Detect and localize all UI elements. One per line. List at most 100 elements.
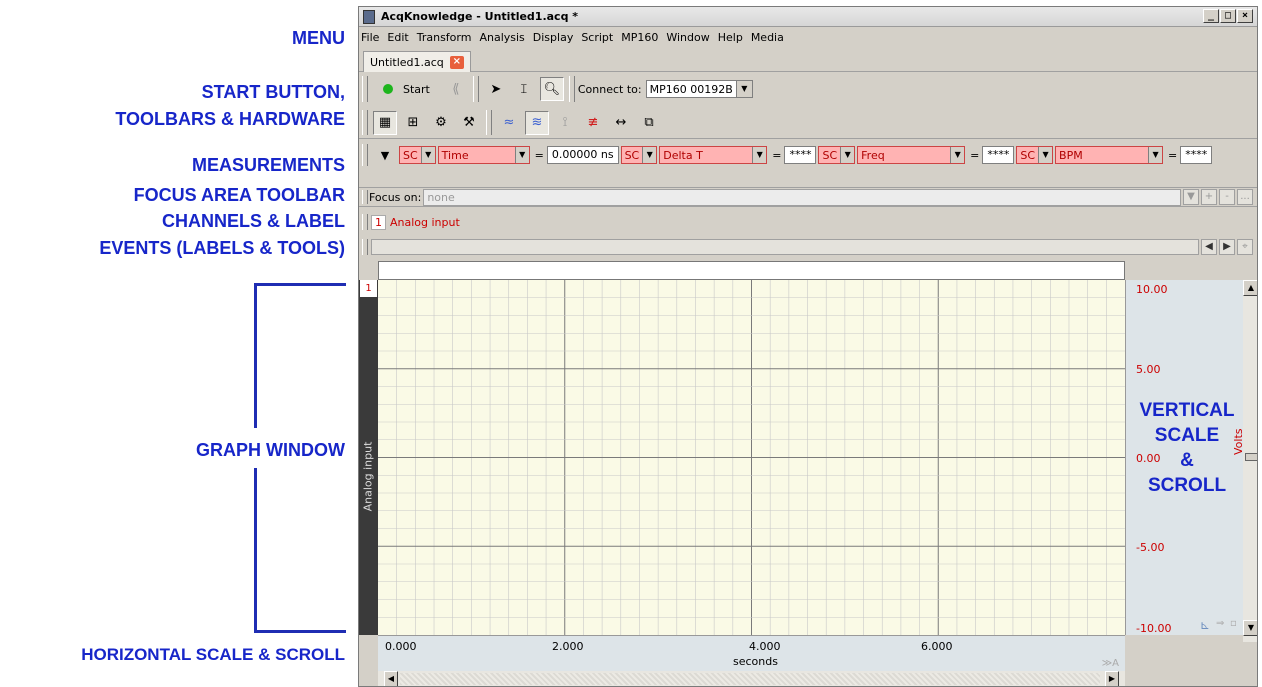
document-tab-label: Untitled1.acq bbox=[370, 55, 444, 69]
events-bar: ◀ ▶ ⌖ bbox=[359, 237, 1257, 257]
measurement-2-type[interactable]: Delta T ▼ bbox=[659, 146, 768, 164]
previous-event-icon[interactable]: ◀ bbox=[1201, 239, 1217, 255]
next-event-icon[interactable]: ▶ bbox=[1219, 239, 1235, 255]
arrow-cursor-icon[interactable]: ➤ bbox=[484, 77, 508, 101]
x-tick-label: 2.000 bbox=[552, 640, 584, 653]
graph-bracket-top bbox=[254, 283, 346, 428]
menu-transform[interactable]: Transform bbox=[417, 31, 472, 44]
annotation-menu: MENU bbox=[292, 28, 345, 48]
annotation-measurements: MEASUREMENTS bbox=[191, 155, 345, 175]
graph-plot-area[interactable] bbox=[378, 280, 1125, 635]
record-icon bbox=[383, 84, 393, 94]
channel-setup-icon[interactable]: ⊞ bbox=[401, 111, 425, 135]
lock-icon[interactable]: ▫ bbox=[1230, 618, 1237, 629]
hardware-select[interactable]: MP160 00192B ▼ bbox=[645, 80, 753, 98]
focus-remove-button[interactable]: - bbox=[1219, 189, 1235, 205]
measurement-3-type-value: Freq bbox=[861, 148, 885, 162]
layout-icon[interactable]: ⧉ bbox=[637, 111, 661, 135]
measurement-2-source[interactable]: SC ▼ bbox=[620, 146, 658, 164]
chevron-down-icon: ▼ bbox=[642, 147, 657, 163]
channel-button[interactable]: 1 bbox=[371, 214, 386, 230]
minimize-button[interactable]: _ bbox=[1203, 9, 1219, 23]
events-track[interactable] bbox=[371, 239, 1199, 255]
toolbar-grip[interactable] bbox=[362, 110, 368, 135]
measurement-1-source[interactable]: SC ▼ bbox=[399, 146, 436, 164]
menu-media[interactable]: Media bbox=[751, 31, 784, 44]
focus-more-button[interactable]: ... bbox=[1237, 189, 1253, 205]
chevron-down-icon: ▼ bbox=[420, 147, 435, 163]
focus-select[interactable]: none bbox=[423, 188, 1181, 206]
close-button[interactable]: × bbox=[1237, 9, 1253, 23]
measurement-2-source-value: SC bbox=[624, 148, 640, 162]
measurement-4-source[interactable]: SC ▼ bbox=[1016, 146, 1054, 164]
scroll-up-icon[interactable]: ▲ bbox=[1243, 280, 1257, 296]
autoscale-icon[interactable]: ⊾ bbox=[1200, 618, 1210, 632]
display-toolbar: ▦ ⊞ ⚙ ⚒ ≈ ≋ ⟟ ≢ ↔ ⧉ bbox=[359, 107, 1257, 139]
menu-mp160[interactable]: MP160 bbox=[621, 31, 658, 44]
measurement-3-source-value: SC bbox=[822, 148, 838, 162]
focus-label: Focus on: bbox=[369, 190, 422, 204]
ibeam-cursor-icon[interactable]: 𝙸 bbox=[512, 77, 536, 101]
toolbar-grip[interactable] bbox=[362, 214, 368, 230]
equals-sign: = bbox=[970, 148, 980, 162]
graph-channel-label[interactable]: Analog input bbox=[362, 432, 375, 522]
x-tick-label: 6.000 bbox=[921, 640, 953, 653]
start-button[interactable]: Start bbox=[371, 76, 442, 102]
toolbar-grip[interactable] bbox=[362, 76, 368, 102]
arrow-right-icon[interactable]: ⇒ bbox=[1216, 618, 1224, 629]
y-tick-label: 10.00 bbox=[1136, 283, 1168, 296]
annotation-focus-area: FOCUS AREA TOOLBAR bbox=[133, 185, 345, 205]
annotation-horizontal-scale: HORIZONTAL SCALE & SCROLL bbox=[81, 645, 345, 664]
channel-label[interactable]: Analog input bbox=[390, 216, 460, 229]
measurement-4-value: **** bbox=[1180, 146, 1213, 164]
horizontal-autoscale-icon[interactable]: ≫A bbox=[1102, 658, 1119, 669]
zoom-icon[interactable]: 🔍︎ bbox=[539, 77, 564, 101]
menu-analysis[interactable]: Analysis bbox=[479, 31, 524, 44]
menu-file[interactable]: File bbox=[361, 31, 379, 44]
measurement-4-type[interactable]: BPM ▼ bbox=[1055, 146, 1164, 164]
horizontal-scroll-track[interactable] bbox=[400, 673, 1100, 685]
scroll-down-icon[interactable]: ▼ bbox=[1243, 620, 1257, 636]
autoscale-horizontal-icon[interactable]: ↔ bbox=[609, 111, 633, 135]
menu-edit[interactable]: Edit bbox=[387, 31, 408, 44]
rewind-icon[interactable]: ⟪ bbox=[444, 77, 468, 101]
toolbar-grip[interactable] bbox=[568, 76, 575, 102]
toolbar-grip[interactable] bbox=[362, 189, 368, 205]
measurement-menu-icon[interactable]: ▼ bbox=[373, 143, 397, 167]
x-tick-label: 0.000 bbox=[385, 640, 417, 653]
toolbar-grip[interactable] bbox=[472, 76, 479, 102]
annotation-graph-window: GRAPH WINDOW bbox=[196, 440, 345, 460]
menu-script[interactable]: Script bbox=[581, 31, 613, 44]
grid-icon[interactable]: ▦ bbox=[373, 110, 397, 135]
graph-channel-number[interactable]: 1 bbox=[360, 280, 377, 297]
stacked-waves-icon[interactable]: ≋ bbox=[525, 110, 549, 135]
acqknowledge-window: AcqKnowledge - Untitled1.acq * _ □ × Fil… bbox=[358, 6, 1258, 687]
tab-close-icon[interactable]: × bbox=[449, 55, 464, 69]
document-tab[interactable]: Untitled1.acq × bbox=[363, 51, 471, 72]
scroll-right-icon[interactable]: ▶ bbox=[1105, 671, 1119, 686]
menu-help[interactable]: Help bbox=[718, 31, 743, 44]
toolbar-grip[interactable] bbox=[486, 110, 492, 135]
measurement-3-source[interactable]: SC ▼ bbox=[818, 146, 856, 164]
overlap-waves-icon[interactable]: ≈ bbox=[497, 111, 521, 135]
autoscale-waves-icon[interactable]: ≢ bbox=[581, 111, 605, 135]
tools-icon[interactable]: ⚒ bbox=[457, 111, 481, 135]
hardware-select-value: MP160 00192B bbox=[649, 82, 733, 96]
maximize-button[interactable]: □ bbox=[1220, 9, 1236, 23]
horizontal-scrollbar[interactable]: ◀ ▶ bbox=[378, 671, 1125, 686]
chevron-down-icon: ▼ bbox=[752, 147, 767, 163]
horizontal-scale[interactable]: 0.000 2.000 4.000 6.000 seconds ≫A bbox=[378, 635, 1125, 671]
gear-icon[interactable]: ⚙ bbox=[429, 111, 453, 135]
focus-dropdown-button[interactable]: ▼ bbox=[1183, 189, 1199, 205]
scroll-left-icon[interactable]: ◀ bbox=[384, 671, 398, 686]
measurement-1-type[interactable]: Time ▼ bbox=[437, 146, 530, 164]
toolbar-grip[interactable] bbox=[362, 143, 368, 167]
event-tool-icon[interactable]: ⌖ bbox=[1237, 239, 1253, 255]
toolbar-grip[interactable] bbox=[362, 239, 368, 255]
channel-bar: 1 Analog input bbox=[359, 212, 1257, 232]
menu-window[interactable]: Window bbox=[666, 31, 709, 44]
xy-plot-icon[interactable]: ⟟ bbox=[553, 111, 577, 135]
measurement-3-type[interactable]: Freq ▼ bbox=[857, 146, 966, 164]
menu-display[interactable]: Display bbox=[533, 31, 574, 44]
focus-add-button[interactable]: + bbox=[1201, 189, 1217, 205]
